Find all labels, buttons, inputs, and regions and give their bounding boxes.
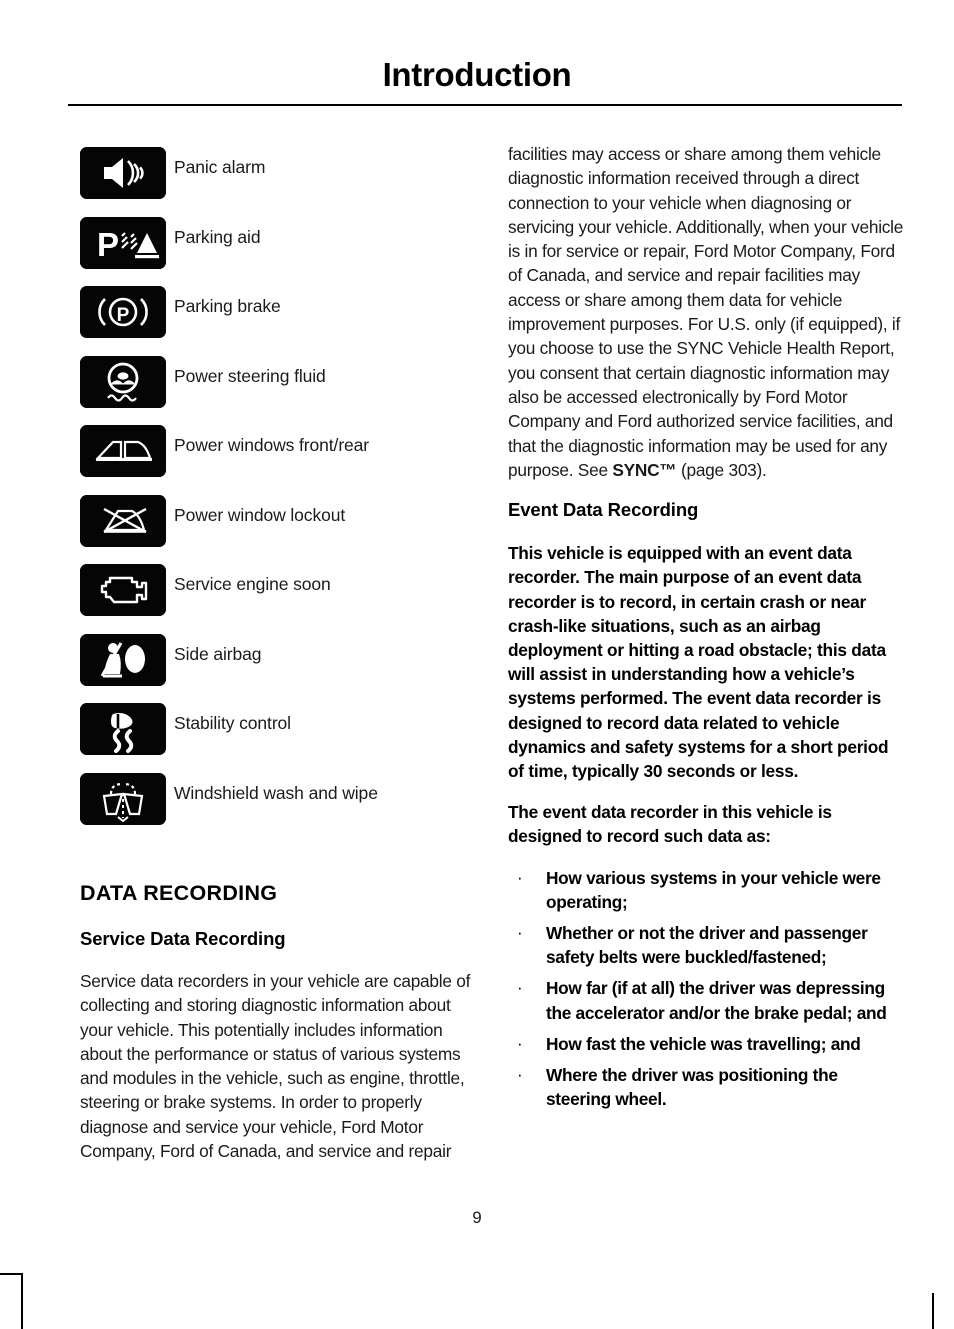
list-item-label: Stability control [174,713,291,733]
service-data-recording-paragraph: Service data recorders in your vehicle a… [80,971,471,1162]
continued-paragraph: facilities may access or share among the… [508,142,904,482]
left-column: Panic alarm P Parking aid P Parking brak… [80,140,480,1163]
parking-aid-icon: P [80,216,166,269]
list-item-label: Parking brake [174,296,281,316]
windshield-wash-wipe-icon [80,772,166,825]
subheading-event-data-recording: Event Data Recording [508,499,699,521]
side-airbag-icon [80,633,166,686]
power-windows-front-rear-icon [80,425,166,477]
power-steering-fluid-icon [80,355,166,408]
list-item: P Parking brake [80,279,480,349]
bullet-marker: · [517,1065,523,1085]
svg-text:P: P [97,226,119,263]
crop-mark-bottom-right-vertical [932,1293,934,1329]
list-item-label: Windshield wash and wipe [174,782,378,803]
list-item: Service engine soon [80,557,480,627]
list-item: Side airbag [80,627,480,697]
crop-mark-bottom-left-horizontal [0,1273,22,1275]
list-item-label: Whether or not the driver and passenger … [546,923,868,968]
svg-text:P: P [117,305,130,326]
section-heading-data-recording: DATA RECORDING [80,881,278,905]
event-data-bullet-list: · How various systems in your vehicle wer… [508,866,904,1112]
list-item-label: Power window lockout [174,504,346,525]
continued-paragraph-text-b: (page 303). [676,459,767,480]
continued-paragraph-text-a: facilities may access or share among the… [508,144,904,480]
bullet-marker: · [517,1033,523,1053]
list-item-label: Side airbag [174,643,262,664]
list-item: Power windows front/rear [80,418,480,488]
service-engine-soon-icon [80,564,166,616]
list-item: Power steering fluid [80,349,480,419]
event-data-recording-paragraph-1: This vehicle is equipped with an event d… [508,543,889,781]
list-item: Panic alarm [80,140,480,210]
list-item-label: Panic alarm [174,157,266,177]
bullet-marker: · [517,867,523,887]
list-item-label: Service engine soon [174,574,331,594]
panic-alarm-icon [80,147,166,199]
right-column: facilities may access or share among the… [508,142,904,1118]
symbol-list: Panic alarm P Parking aid P Parking brak… [80,140,480,835]
list-item: Power window lockout [80,488,480,558]
bullet-marker: · [517,978,523,998]
list-item-label: How fast the vehicle was travelling; and [546,1033,861,1054]
list-item: P Parking aid [80,210,480,280]
list-item-label: How far (if at all) the driver was depre… [546,978,887,1023]
list-item-label: Power windows front/rear [174,435,370,455]
event-data-recording-paragraph-2: The event data recorder in this vehicle … [508,802,832,847]
crop-mark-bottom-left-vertical [21,1273,23,1329]
list-item: Stability control [80,696,480,766]
page-number: 9 [472,1208,482,1227]
parking-brake-icon: P [80,286,166,338]
list-item: · Where the driver was positioning the st… [508,1063,904,1111]
list-item-label: Where the driver was positioning the ste… [546,1065,838,1110]
power-window-lockout-icon [80,494,166,547]
list-item: · How far (if at all) the driver was depr… [508,976,904,1024]
header-divider [68,104,902,106]
list-item: · How various systems in your vehicle wer… [508,866,904,914]
list-item: · How fast the vehicle was travelling; an… [508,1032,904,1056]
sync-cross-reference: SYNC™ [612,459,677,480]
list-item-label: How various systems in your vehicle were… [546,867,881,912]
manual-page: Introduction Panic alarm P Parking aid P… [0,0,954,1329]
list-item-label: Parking aid [174,226,261,247]
list-item: Windshield wash and wipe [80,766,480,836]
page-title: Introduction [382,56,572,93]
subheading-service-data-recording: Service Data Recording [80,928,286,949]
stability-control-icon [80,703,166,755]
bullet-marker: · [517,923,523,942]
list-item-label: Power steering fluid [174,365,326,386]
list-item: · Whether or not the driver and passenger… [508,921,904,969]
